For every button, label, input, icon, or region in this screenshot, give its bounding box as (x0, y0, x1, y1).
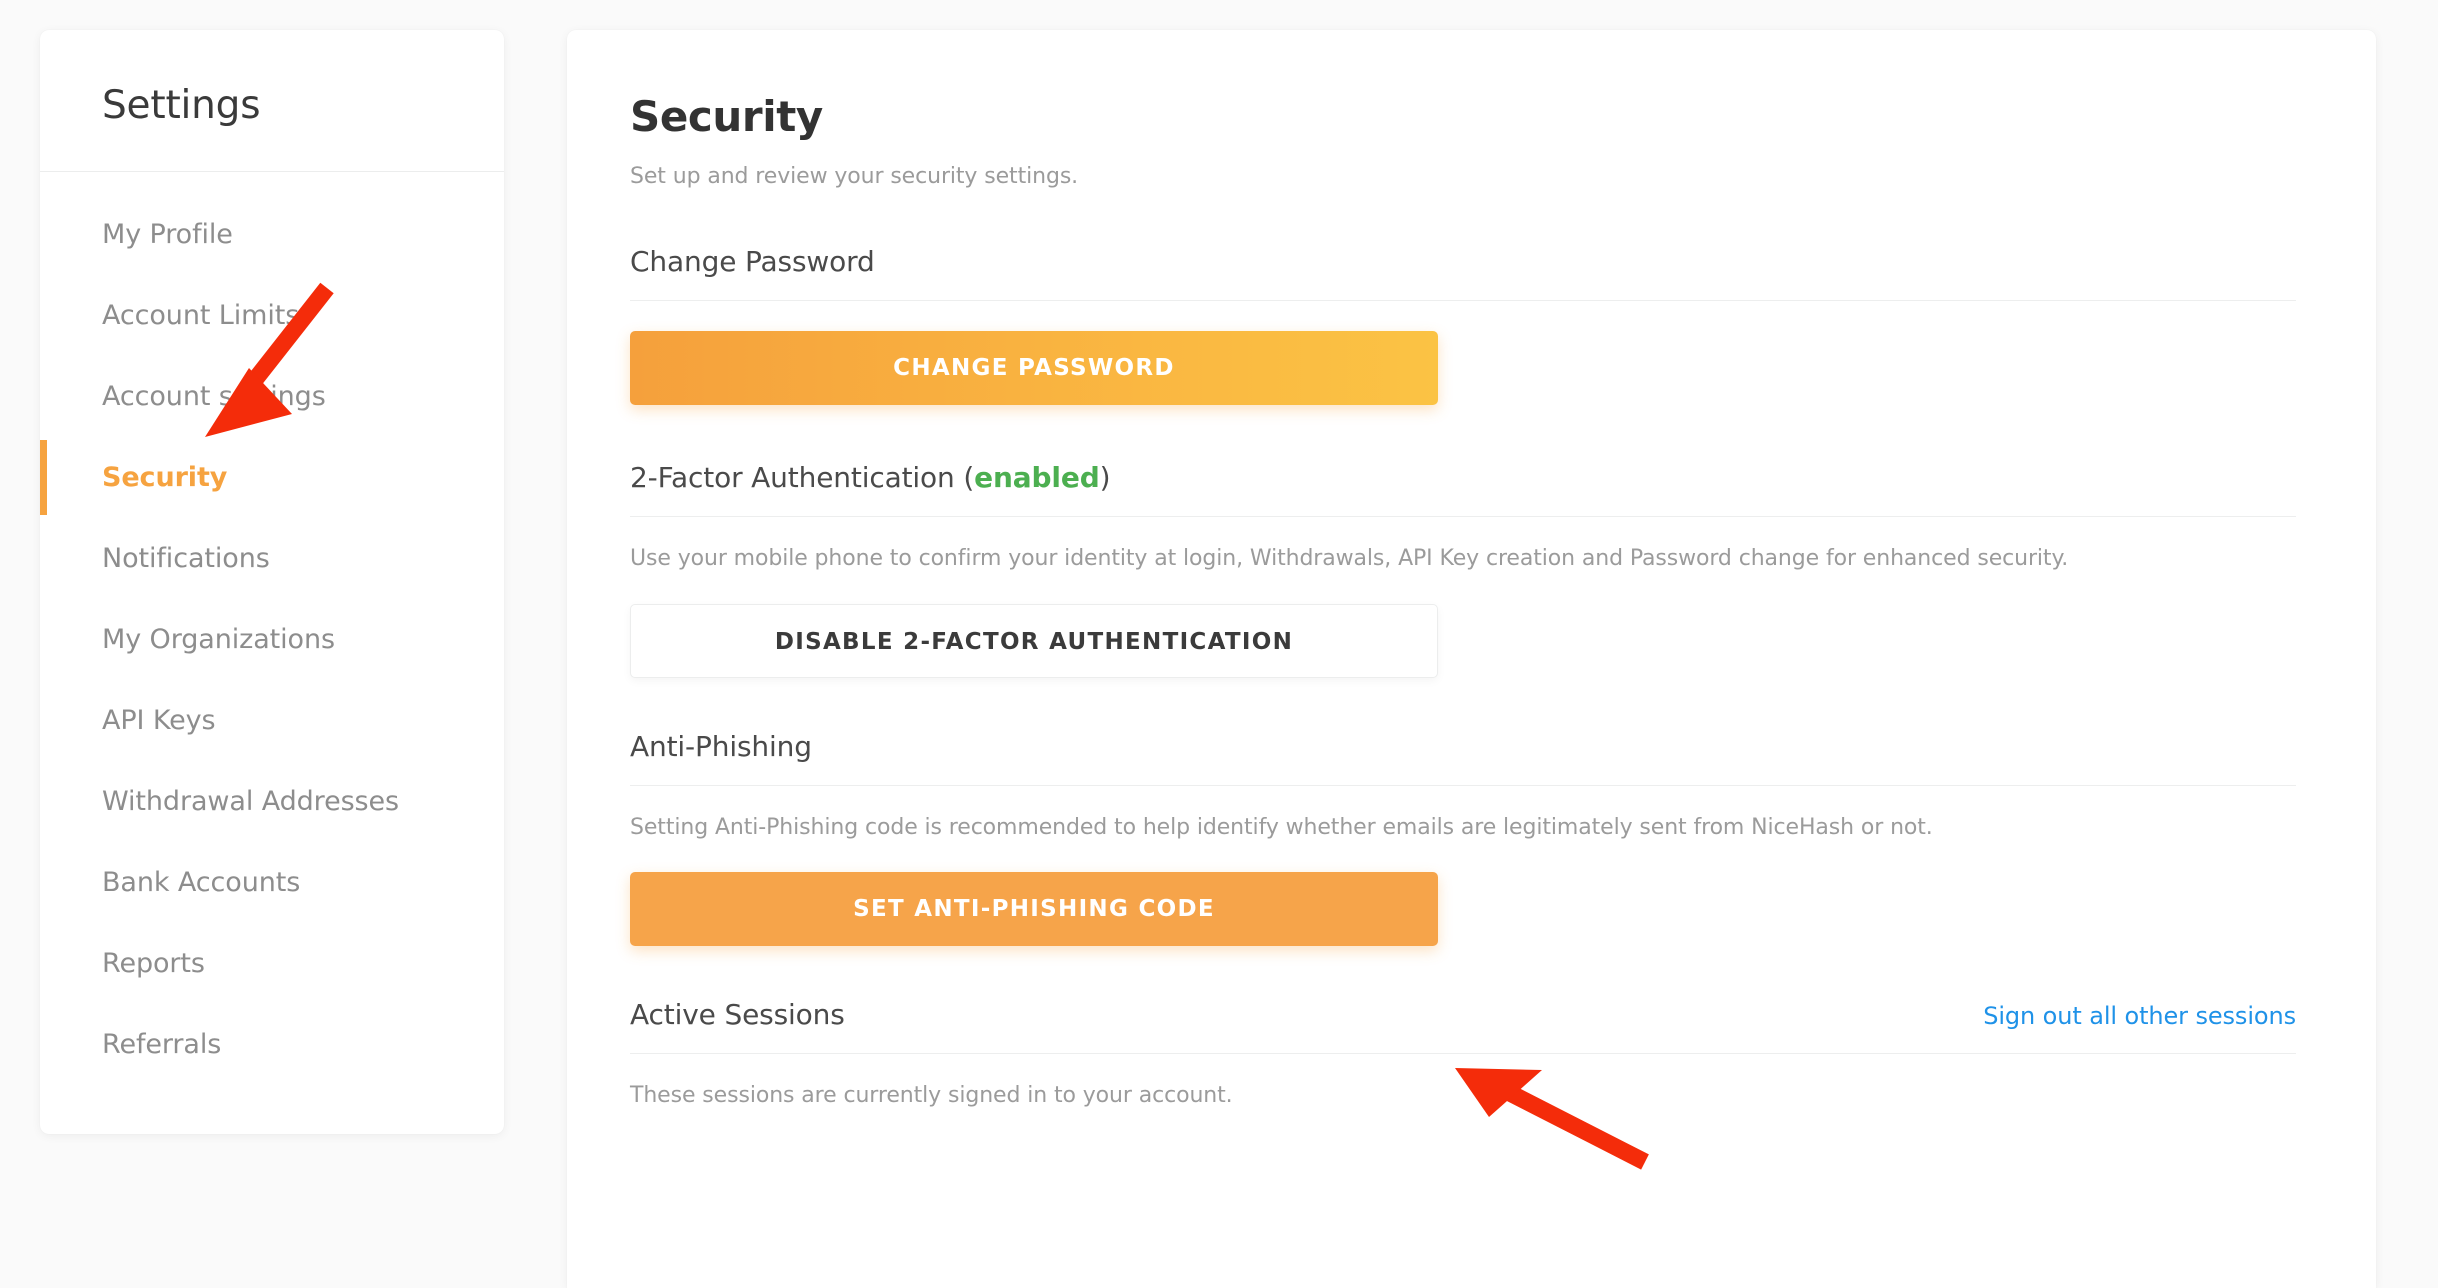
change-password-heading: Change Password (630, 245, 2296, 301)
change-password-heading-text: Change Password (630, 245, 875, 278)
change-password-button[interactable]: CHANGE PASSWORD (630, 331, 1438, 405)
sign-out-all-other-sessions-link[interactable]: Sign out all other sessions (1983, 1002, 2296, 1030)
disable-two-factor-button[interactable]: DISABLE 2-FACTOR AUTHENTICATION (630, 603, 1438, 678)
sidebar-item-notifications[interactable]: Notifications (40, 518, 504, 599)
section-change-password: Change Password CHANGE PASSWORD (630, 245, 2296, 405)
two-factor-description: Use your mobile phone to confirm your id… (630, 546, 2069, 571)
two-factor-heading: 2-Factor Authentication (enabled) (630, 461, 2296, 517)
anti-phishing-heading-text: Anti-Phishing (630, 729, 812, 763)
sidebar-nav: My Profile Account Limits Account settin… (40, 172, 504, 1086)
sidebar-item-my-organizations[interactable]: My Organizations (40, 599, 504, 680)
sidebar-header: Settings (40, 30, 504, 172)
security-panel: Security Set up and review your security… (567, 30, 2376, 1288)
settings-page: Settings My Profile Account Limits Accou… (0, 0, 2438, 1288)
two-factor-heading-suffix: ) (1099, 461, 1111, 494)
active-sessions-description: These sessions are currently signed in t… (630, 1083, 1233, 1109)
settings-sidebar: Settings My Profile Account Limits Accou… (40, 30, 504, 1134)
page-title: Security (630, 92, 823, 141)
anti-phishing-heading: Anti-Phishing (630, 730, 2296, 786)
sidebar-item-bank-accounts[interactable]: Bank Accounts (40, 842, 504, 923)
page-subtitle: Set up and review your security settings… (630, 164, 1079, 189)
two-factor-heading-prefix: 2-Factor Authentication ( (630, 461, 975, 494)
set-anti-phishing-code-button[interactable]: SET ANTI-PHISHING CODE (630, 872, 1438, 947)
section-two-factor: 2-Factor Authentication (enabled) Use yo… (630, 461, 2296, 678)
active-sessions-heading-text: Active Sessions (630, 998, 845, 1032)
sidebar-item-account-settings[interactable]: Account settings (40, 356, 504, 437)
sidebar-item-referrals[interactable]: Referrals (40, 1004, 504, 1085)
sidebar-item-my-profile[interactable]: My Profile (40, 194, 504, 275)
section-anti-phishing: Anti-Phishing Setting Anti-Phishing code… (630, 730, 2296, 947)
sidebar-item-api-keys[interactable]: API Keys (40, 680, 504, 761)
two-factor-status-badge: enabled (974, 461, 1100, 494)
sidebar-item-withdrawal-addresses[interactable]: Withdrawal Addresses (40, 761, 504, 842)
sidebar-item-reports[interactable]: Reports (40, 923, 504, 1004)
sidebar-title: Settings (102, 83, 261, 128)
sidebar-item-account-limits[interactable]: Account Limits (40, 275, 504, 356)
section-active-sessions: Active Sessions Sign out all other sessi… (630, 998, 2296, 1111)
anti-phishing-description: Setting Anti-Phishing code is recommende… (630, 814, 1933, 840)
active-sessions-heading: Active Sessions Sign out all other sessi… (630, 998, 2296, 1055)
sidebar-item-security[interactable]: Security (40, 437, 504, 518)
